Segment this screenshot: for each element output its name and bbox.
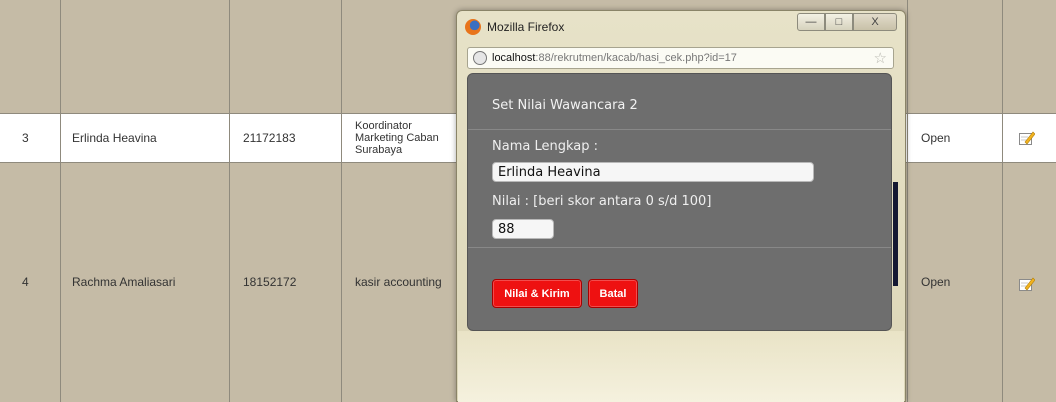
close-button[interactable]: X	[853, 13, 897, 31]
maximize-button[interactable]: □	[825, 13, 853, 31]
address-bar[interactable]: localhost:88/rekrutmen/kacab/hasi_cek.ph…	[467, 47, 894, 69]
candidate-id: 21172183	[243, 130, 296, 145]
url-host: localhost	[492, 52, 536, 64]
url-text: localhost:88/rekrutmen/kacab/hasi_cek.ph…	[492, 52, 737, 64]
candidate-name: Erlinda Heavina	[72, 130, 157, 145]
score-dialog: Set Nilai Wawancara 2 Nama Lengkap : Nil…	[467, 73, 892, 331]
name-label: Nama Lengkap :	[492, 139, 598, 154]
row-number: 3	[22, 130, 29, 145]
divider	[468, 129, 891, 130]
candidate-position: Koordinator Marketing Caban Surabaya	[355, 113, 439, 162]
window-controls: — □ X	[797, 13, 897, 31]
position-line: Koordinator	[355, 119, 412, 132]
status-cell: Open	[921, 130, 951, 145]
popup-page-background	[458, 331, 904, 402]
name-field[interactable]	[492, 162, 814, 182]
edit-icon[interactable]	[1019, 131, 1035, 145]
score-field[interactable]	[492, 219, 554, 239]
cancel-button[interactable]: Batal	[588, 279, 638, 308]
score-label: Nilai : [beri skor antara 0 s/d 100]	[492, 194, 712, 209]
candidate-id: 18152172	[243, 275, 297, 289]
submit-score-button[interactable]: Nilai & Kirim	[492, 279, 582, 308]
candidate-position: kasir accounting	[355, 275, 442, 289]
bookmark-star-icon[interactable]: ☆	[874, 49, 887, 67]
firefox-logo-icon	[465, 19, 481, 35]
backdrop-strip	[893, 182, 898, 286]
minimize-button[interactable]: —	[797, 13, 825, 31]
row-number: 4	[22, 275, 29, 289]
position-line: Surabaya	[355, 143, 403, 156]
url-path: :88/rekrutmen/kacab/hasi_cek.php?id=17	[535, 52, 737, 64]
edit-icon[interactable]	[1019, 277, 1035, 291]
globe-icon	[473, 51, 487, 65]
window-titlebar[interactable]: Mozilla Firefox — □ X	[457, 11, 905, 43]
divider	[468, 247, 891, 248]
candidate-name: Rachma Amaliasari	[72, 275, 176, 289]
position-line: Marketing Caban	[355, 131, 439, 144]
dialog-title: Set Nilai Wawancara 2	[492, 98, 638, 113]
status-cell: Open	[921, 275, 951, 289]
window-title: Mozilla Firefox	[487, 20, 565, 34]
